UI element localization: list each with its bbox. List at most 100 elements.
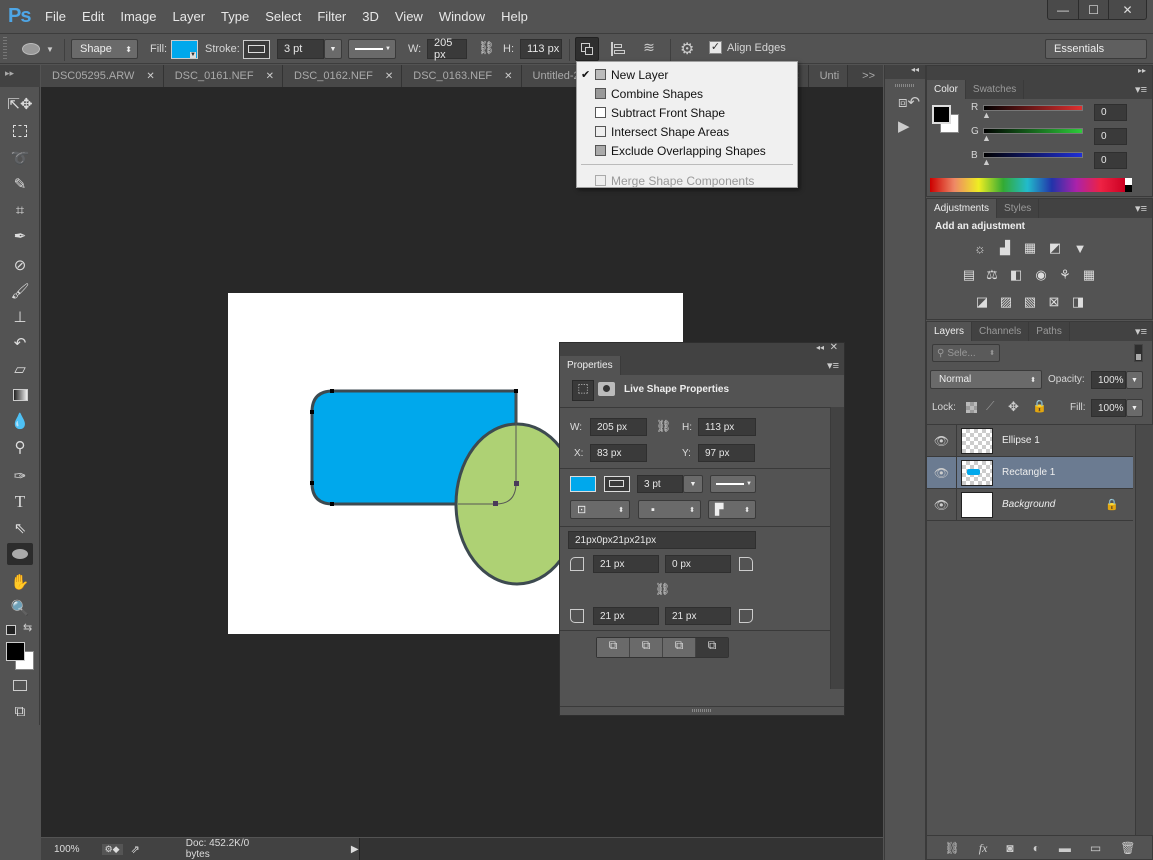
layer-row[interactable]: 👁 Rectangle 1 <box>927 456 1133 489</box>
lock-transparent-pixels-icon[interactable] <box>966 402 977 413</box>
menu-layer[interactable]: Layer <box>173 9 206 24</box>
layers-scrollbar[interactable] <box>1135 425 1153 835</box>
subtract-front-shape-button[interactable]: ⧉ <box>630 638 663 657</box>
gradient-map-icon[interactable]: ⊠ <box>1045 294 1063 309</box>
fill-swatch[interactable]: ▼ <box>171 40 198 59</box>
stroke-width-dropdown[interactable]: ▼ <box>683 475 703 493</box>
vibrance-icon[interactable]: ▼ <box>1071 241 1089 256</box>
dock-grip[interactable] <box>895 84 915 87</box>
screen-mode-icon[interactable]: ⧉ <box>7 700 33 722</box>
eyedropper-tool-icon[interactable]: ✒ <box>7 225 33 247</box>
collapse-icon[interactable]: ◂◂ <box>816 343 824 352</box>
exclude-overlapping-shapes-button[interactable]: ⧉ <box>696 638 728 657</box>
status-options-icon[interactable]: ⚙◆ <box>101 843 123 855</box>
layer-row[interactable]: 👁 Background 🔒 <box>927 488 1133 521</box>
close-tab-icon[interactable]: ✕ <box>385 71 393 82</box>
corner-bottom-left-input[interactable]: 21 px <box>593 607 659 625</box>
posterize-icon[interactable]: ▨ <box>997 294 1015 309</box>
menu-3d[interactable]: 3D <box>362 9 379 24</box>
path-alignment-button[interactable] <box>608 40 628 60</box>
menu-item-intersect-shape-areas[interactable]: Intersect Shape Areas <box>577 122 797 141</box>
new-layer-icon[interactable]: ▭ <box>1090 841 1101 855</box>
x-input[interactable]: 83 px <box>590 444 647 462</box>
corner-top-left-input[interactable]: 21 px <box>593 555 659 573</box>
filter-toggle[interactable] <box>1134 344 1143 362</box>
status-menu-arrow-icon[interactable]: ▶ <box>351 844 359 855</box>
panel-menu-icon[interactable]: ▾≡ <box>1135 322 1152 341</box>
channel-mixer-icon[interactable]: ⚘ <box>1056 267 1074 282</box>
tool-mode-select[interactable]: Shape ⬍ <box>71 39 138 59</box>
doc-tab[interactable]: DSC_0162.NEF ✕ <box>283 65 403 87</box>
fill-dropdown[interactable]: ▼ <box>1126 399 1143 417</box>
menu-item-combine-shapes[interactable]: Combine Shapes <box>577 84 797 103</box>
resize-handle[interactable] <box>560 706 844 715</box>
exposure-icon[interactable]: ◩ <box>1046 240 1064 255</box>
horizontal-scroll-area[interactable] <box>358 838 883 860</box>
tab-layers[interactable]: Layers <box>927 322 973 341</box>
blur-tool-icon[interactable]: 💧 <box>7 410 33 432</box>
stroke-type-dropdown[interactable]: ▼ <box>348 39 396 59</box>
link-corners-icon[interactable]: ⛓ <box>655 582 670 596</box>
workspace-switcher[interactable]: Essentials <box>1045 39 1147 59</box>
minimize-button[interactable]: — <box>1048 0 1078 19</box>
collapse-dock-icon[interactable]: ◂◂ <box>885 65 925 79</box>
stroke-swatch[interactable] <box>243 40 270 59</box>
adjustment-layer-icon[interactable]: ◐ <box>1033 841 1040 855</box>
menu-item-new-layer[interactable]: ✔ New Layer <box>577 65 797 84</box>
corner-top-right-input[interactable]: 0 px <box>665 555 731 573</box>
tab-overflow-button[interactable]: >> <box>848 65 883 87</box>
layer-filter-select[interactable]: ⚲ Sele... ⬍ <box>932 344 1000 362</box>
history-panel-icon[interactable]: ⧈↶ <box>898 93 925 111</box>
doc-tab[interactable]: DSC_0163.NEF ✕ <box>402 65 522 87</box>
levels-icon[interactable]: ▟ <box>996 240 1014 255</box>
height-input[interactable]: 113 px <box>520 39 562 59</box>
stroke-type-dropdown[interactable]: ▼ <box>710 475 756 493</box>
trash-icon[interactable]: 🗑 <box>1120 841 1135 855</box>
menu-filter[interactable]: Filter <box>317 9 346 24</box>
green-value-input[interactable]: 0 <box>1094 128 1127 145</box>
visibility-eye-icon[interactable]: 👁 <box>927 488 957 521</box>
invert-icon[interactable]: ◪ <box>973 294 991 309</box>
swap-colors-icon[interactable]: ⇆ <box>23 621 32 634</box>
hand-tool-icon[interactable]: ✋ <box>7 571 33 593</box>
blend-mode-select[interactable]: Normal ⬍ <box>930 370 1042 389</box>
doc-tab[interactable]: DSC_0161.NEF ✕ <box>163 65 283 87</box>
color-balance-icon[interactable]: ⚖ <box>983 267 1001 282</box>
stroke-width-input[interactable]: 3 pt <box>637 475 683 493</box>
fx-icon[interactable]: fx <box>979 841 988 856</box>
mask-properties-icon[interactable] <box>598 382 615 396</box>
collapse-toolbar-icon[interactable]: ▸▸ <box>0 65 40 87</box>
brightness-contrast-icon[interactable]: ☼ <box>971 241 989 256</box>
color-lookup-icon[interactable]: ▦ <box>1080 267 1098 282</box>
green-slider-handle[interactable]: ▲ <box>982 133 991 143</box>
fill-input[interactable]: 100% <box>1091 399 1126 417</box>
close-tab-icon[interactable]: ✕ <box>266 71 274 82</box>
threshold-icon[interactable]: ▧ <box>1021 294 1039 309</box>
tab-properties[interactable]: Properties <box>560 356 621 375</box>
menu-file[interactable]: File <box>45 9 66 24</box>
width-input[interactable]: 205 px <box>427 37 467 61</box>
clone-stamp-tool-icon[interactable]: ⊥ <box>7 306 33 328</box>
corner-radii-summary[interactable]: 21px0px21px21px <box>568 531 756 549</box>
photo-filter-icon[interactable]: ◉ <box>1032 267 1050 282</box>
stroke-corners-select[interactable]: ▛ ⬍ <box>708 500 756 519</box>
menu-select[interactable]: Select <box>265 9 301 24</box>
healing-brush-tool-icon[interactable]: ⊘ <box>7 254 33 276</box>
blue-value-input[interactable]: 0 <box>1094 152 1127 169</box>
shape-fill-swatch[interactable] <box>570 476 596 492</box>
default-colors-icon[interactable] <box>6 625 16 635</box>
expand-panels-icon[interactable]: ▸▸ <box>927 66 1152 80</box>
crop-tool-icon[interactable]: ⌗ <box>7 199 33 221</box>
shape-properties-icon[interactable]: ⬚ <box>572 380 594 401</box>
dodge-tool-icon[interactable]: ⚲ <box>7 436 33 458</box>
eraser-tool-icon[interactable]: ▱ <box>7 358 33 380</box>
red-slider[interactable] <box>983 105 1083 111</box>
maximize-button[interactable]: ☐ <box>1078 0 1108 19</box>
green-slider[interactable] <box>983 128 1083 134</box>
lasso-tool-icon[interactable]: ➰ <box>7 147 33 169</box>
share-icon[interactable]: ⇗ <box>131 843 140 856</box>
blue-slider-handle[interactable]: ▲ <box>982 157 991 167</box>
layer-row[interactable]: 👁 Ellipse 1 <box>927 424 1133 457</box>
stroke-align-select[interactable]: ⊡ ⬍ <box>570 500 630 519</box>
hue-saturation-icon[interactable]: ▤ <box>960 267 978 282</box>
